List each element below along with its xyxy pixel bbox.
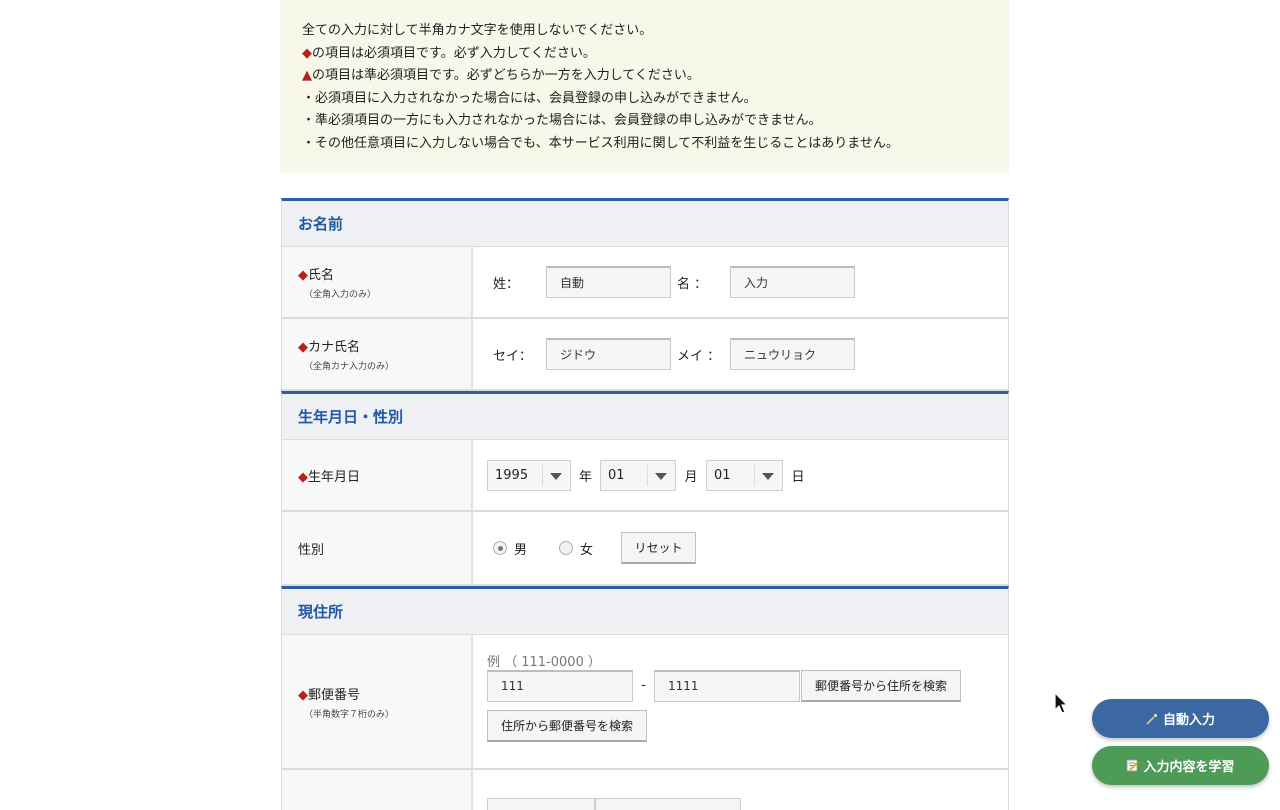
- zip-sub-label: （半角数字７桁のみ）: [304, 709, 395, 720]
- row-name-field: 姓： 自動 名 ： 入力: [473, 247, 1008, 317]
- first-name-input[interactable]: 入力: [730, 266, 855, 298]
- row-gender: 性別 男 女 リセット: [281, 512, 1009, 586]
- notice-line-3-text: の項目は準必須項目です。必ずどちらか一方を入力してください。: [312, 68, 700, 84]
- kana-sub-label: （全角カナ入力のみ）: [304, 362, 395, 372]
- gender-label: 性別: [298, 542, 325, 558]
- mei-kana-label: メイ ：: [677, 348, 721, 364]
- auto-fill-button[interactable]: 自動入力: [1092, 699, 1269, 738]
- row-birthdate-field: 1995 年 01 月 01 日: [473, 440, 1008, 510]
- row-zip-field: 例 （ 111-0000 ） 111 - 1111 郵便番号から住所を検索 住所…: [473, 635, 1008, 768]
- sei-label: 姓：: [493, 276, 520, 292]
- row-name-label: ◆氏名 （全角入力のみ）: [282, 247, 473, 317]
- required-mark: ◆: [298, 340, 308, 355]
- row-next-field: [473, 770, 1008, 810]
- birthdate-label: 生年月日: [308, 469, 361, 485]
- registration-form: お名前 ◆氏名 （全角入力のみ） 姓： 自動 名 ： 入力 ◆カナ氏名 （全角カ…: [281, 198, 1009, 810]
- chevron-down-icon: [550, 472, 562, 480]
- row-next-partial: [281, 770, 1009, 810]
- kana-label: カナ氏名: [308, 340, 361, 355]
- section-heading-birth: 生年月日・性別: [281, 391, 1009, 440]
- row-gender-field: 男 女 リセット: [473, 512, 1008, 584]
- name-sub-label: （全角入力のみ）: [304, 290, 377, 300]
- last-name-kana-input[interactable]: ジドウ: [546, 338, 671, 370]
- memo-icon: [1127, 759, 1140, 772]
- gender-female-radio[interactable]: [559, 541, 573, 555]
- required-mark: ◆: [302, 45, 312, 61]
- zip-label: 郵便番号: [308, 687, 361, 703]
- notice-line-3: ▲の項目は準必須項目です。必ずどちらか一方を入力してください。: [302, 65, 987, 88]
- row-kana-label: ◆カナ氏名 （全角カナ入力のみ）: [282, 319, 473, 389]
- sei-kana-label: セイ：: [493, 348, 533, 364]
- row-birthdate-label: ◆生年月日: [282, 440, 473, 510]
- row-kana-name: ◆カナ氏名 （全角カナ入力のみ） セイ： ジドウ メイ ： ニュウリョク: [281, 319, 1009, 391]
- auto-fill-label: 自動入力: [1162, 713, 1215, 728]
- mouse-cursor-icon: [1054, 692, 1069, 714]
- semi-required-mark: ▲: [302, 68, 312, 84]
- gender-reset-button[interactable]: リセット: [621, 532, 696, 564]
- search-zip-by-address-button[interactable]: 住所から郵便番号を検索: [487, 710, 647, 742]
- month-unit: 月: [684, 469, 698, 485]
- year-unit: 年: [578, 469, 592, 485]
- last-name-input[interactable]: 自動: [546, 266, 671, 298]
- birth-day-select[interactable]: 01: [706, 459, 783, 491]
- zip-example: 例 （ 111-0000 ）: [487, 655, 601, 670]
- zip-second-input[interactable]: 1111: [654, 669, 800, 702]
- notice-line-2-text: の項目は必須項目です。必ず入力してください。: [312, 45, 596, 61]
- magic-wand-icon: [1146, 713, 1157, 725]
- row-gender-label: 性別: [282, 512, 473, 584]
- mei-label: 名 ：: [677, 276, 708, 292]
- row-birthdate: ◆生年月日 1995 年 01 月 01 日: [281, 440, 1009, 512]
- zip-first-input[interactable]: 111: [487, 669, 633, 702]
- row-name: ◆氏名 （全角入力のみ） 姓： 自動 名 ： 入力: [281, 247, 1009, 319]
- gender-female-label[interactable]: 女: [580, 539, 621, 558]
- notice-box: 全ての入力に対して半角カナ文字を使用しないでください。 ◆の項目は必須項目です。…: [280, 0, 1009, 173]
- notice-line-2: ◆の項目は必須項目です。必ず入力してください。: [302, 43, 987, 66]
- search-address-by-zip-button[interactable]: 郵便番号から住所を検索: [801, 669, 961, 702]
- required-mark: ◆: [298, 687, 308, 703]
- learn-input-label: 入力内容を学習: [1143, 760, 1235, 775]
- row-kana-field: セイ： ジドウ メイ ： ニュウリョク: [473, 319, 1008, 389]
- day-unit: 日: [791, 469, 805, 485]
- name-label: 氏名: [308, 268, 335, 283]
- notice-line-1: 全ての入力に対して半角カナ文字を使用しないでください。: [302, 23, 653, 38]
- gender-male-radio[interactable]: [493, 541, 507, 555]
- birth-day-value: 01: [714, 467, 731, 483]
- birth-year-value: 1995: [495, 467, 529, 483]
- chevron-down-icon: [762, 472, 774, 480]
- zip-dash: -: [641, 678, 646, 693]
- birth-year-select[interactable]: 1995: [487, 459, 571, 491]
- row-zip-label: ◆郵便番号 （半角数字７桁のみ）: [282, 635, 473, 768]
- zip-input-group: 111 - 1111 郵便番号から住所を検索: [487, 669, 961, 702]
- notice-line-5: ・準必須項目の一方にも入力されなかった場合には、会員登録の申し込みができません。: [302, 113, 822, 129]
- gender-male-label[interactable]: 男: [514, 539, 559, 558]
- row-zip: ◆郵便番号 （半角数字７桁のみ） 例 （ 111-0000 ） 111 - 11…: [281, 635, 1009, 770]
- required-mark: ◆: [298, 268, 308, 283]
- required-mark: ◆: [298, 469, 308, 485]
- section-heading-name: お名前: [281, 198, 1009, 247]
- section-heading-address: 現住所: [281, 586, 1009, 635]
- learn-input-button[interactable]: 入力内容を学習: [1092, 746, 1269, 785]
- notice-line-6: ・その他任意項目に入力しない場合でも、本サービス利用に関して不利益を生じることは…: [302, 135, 899, 151]
- birth-month-select[interactable]: 01: [600, 459, 676, 491]
- row-next-label: [282, 770, 473, 810]
- notice-line-4: ・必須項目に入力されなかった場合には、会員登録の申し込みができません。: [302, 90, 757, 106]
- birth-month-value: 01: [608, 467, 625, 483]
- first-name-kana-input[interactable]: ニュウリョク: [730, 338, 855, 370]
- chevron-down-icon: [655, 472, 667, 480]
